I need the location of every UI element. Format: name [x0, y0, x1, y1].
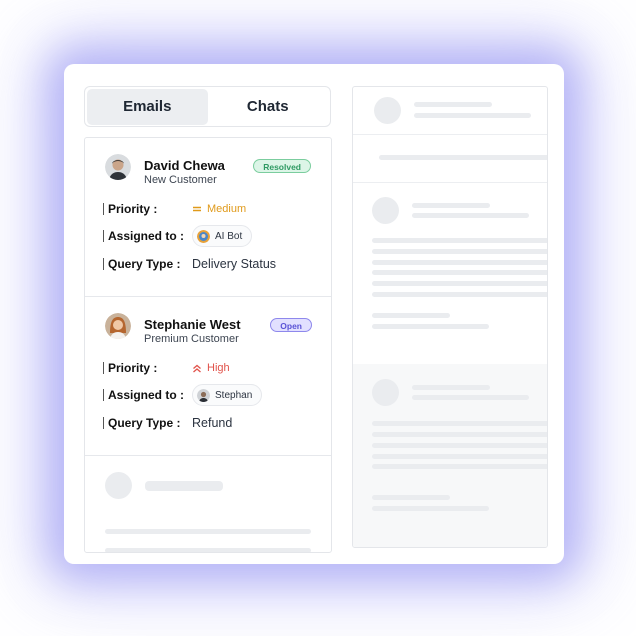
skeleton-line	[372, 324, 489, 329]
skeleton-line	[105, 529, 311, 534]
inbox-card: Emails Chats David Chewa New Customer Re…	[64, 64, 564, 564]
skeleton-avatar	[105, 472, 132, 499]
ticket-list: David Chewa New Customer Resolved Priori…	[84, 137, 332, 553]
skeleton-line	[379, 155, 547, 160]
avatar	[105, 154, 131, 180]
skeleton-line	[412, 203, 490, 208]
query-value: Refund	[192, 416, 233, 430]
status-badge: Resolved	[253, 159, 311, 173]
query-label: Query Type :	[108, 257, 181, 271]
tab-chats[interactable]: Chats	[208, 89, 329, 125]
skeleton-line	[372, 432, 547, 437]
skeleton-line	[372, 249, 547, 254]
skeleton-line	[414, 113, 531, 118]
agent-avatar-icon	[197, 388, 210, 402]
priority-text: Medium	[207, 203, 247, 215]
skeleton-line	[372, 292, 547, 297]
assignee-chip[interactable]: AI Bot	[192, 225, 253, 247]
ticket-item[interactable]: Stephanie West Premium Customer Open Pri…	[85, 297, 331, 456]
skeleton-line	[145, 481, 223, 491]
priority-label: Priority :	[108, 361, 158, 375]
assigned-row: Assigned to : Stephan	[103, 384, 263, 406]
skeleton-line	[412, 385, 490, 390]
priority-row: Priority : Medium	[103, 201, 246, 217]
skeleton-line	[372, 454, 547, 459]
skeleton-line	[412, 395, 529, 400]
query-row: Query Type : Refund	[103, 415, 232, 431]
query-label: Query Type :	[108, 416, 181, 430]
priority-value: High	[192, 362, 230, 374]
skeleton-line	[412, 213, 529, 218]
skeleton-line	[372, 495, 450, 500]
skeleton-line	[372, 281, 547, 286]
tab-emails[interactable]: Emails	[87, 88, 208, 125]
priority-text: High	[207, 362, 230, 374]
assignee-name: AI Bot	[215, 230, 243, 242]
skeleton-item	[85, 456, 331, 552]
assignee-name: Stephan	[215, 389, 253, 401]
customer-name: David Chewa	[144, 158, 225, 173]
skeleton-line	[414, 102, 492, 107]
priority-value: Medium	[192, 203, 246, 215]
customer-type: Premium Customer	[144, 333, 239, 345]
avatar	[105, 313, 131, 339]
skeleton-line	[105, 548, 311, 552]
skeleton-line	[372, 313, 450, 318]
customer-name: Stephanie West	[144, 317, 241, 332]
skeleton-section	[353, 134, 547, 183]
skeleton-section	[353, 182, 547, 365]
skeleton-line	[372, 270, 547, 275]
status-badge: Open	[270, 318, 312, 332]
assigned-row: Assigned to : AI Bot	[103, 225, 253, 247]
priority-label: Priority :	[108, 202, 158, 216]
assigned-label: Assigned to :	[108, 229, 185, 243]
query-row: Query Type : Delivery Status	[103, 256, 276, 272]
skeleton-line	[372, 260, 547, 265]
assignee-chip[interactable]: Stephan	[192, 384, 263, 406]
bot-avatar-icon	[197, 229, 210, 243]
skeleton-avatar	[372, 197, 399, 224]
ticket-item[interactable]: David Chewa New Customer Resolved Priori…	[85, 138, 331, 297]
skeleton-avatar	[372, 379, 399, 406]
skeleton-section	[353, 87, 547, 135]
skeleton-line	[372, 238, 547, 243]
channel-tabs: Emails Chats	[84, 86, 331, 127]
detail-panel	[352, 86, 548, 548]
assigned-label: Assigned to :	[108, 388, 185, 402]
equals-icon	[193, 206, 201, 212]
double-chevron-up-icon	[193, 364, 201, 372]
skeleton-line	[372, 506, 489, 511]
customer-type: New Customer	[144, 174, 217, 186]
skeleton-line	[372, 421, 547, 426]
skeleton-section	[353, 364, 547, 547]
skeleton-line	[372, 443, 547, 448]
query-value: Delivery Status	[192, 257, 277, 271]
skeleton-line	[372, 464, 547, 469]
skeleton-avatar	[374, 97, 401, 124]
priority-row: Priority : High	[103, 360, 230, 376]
